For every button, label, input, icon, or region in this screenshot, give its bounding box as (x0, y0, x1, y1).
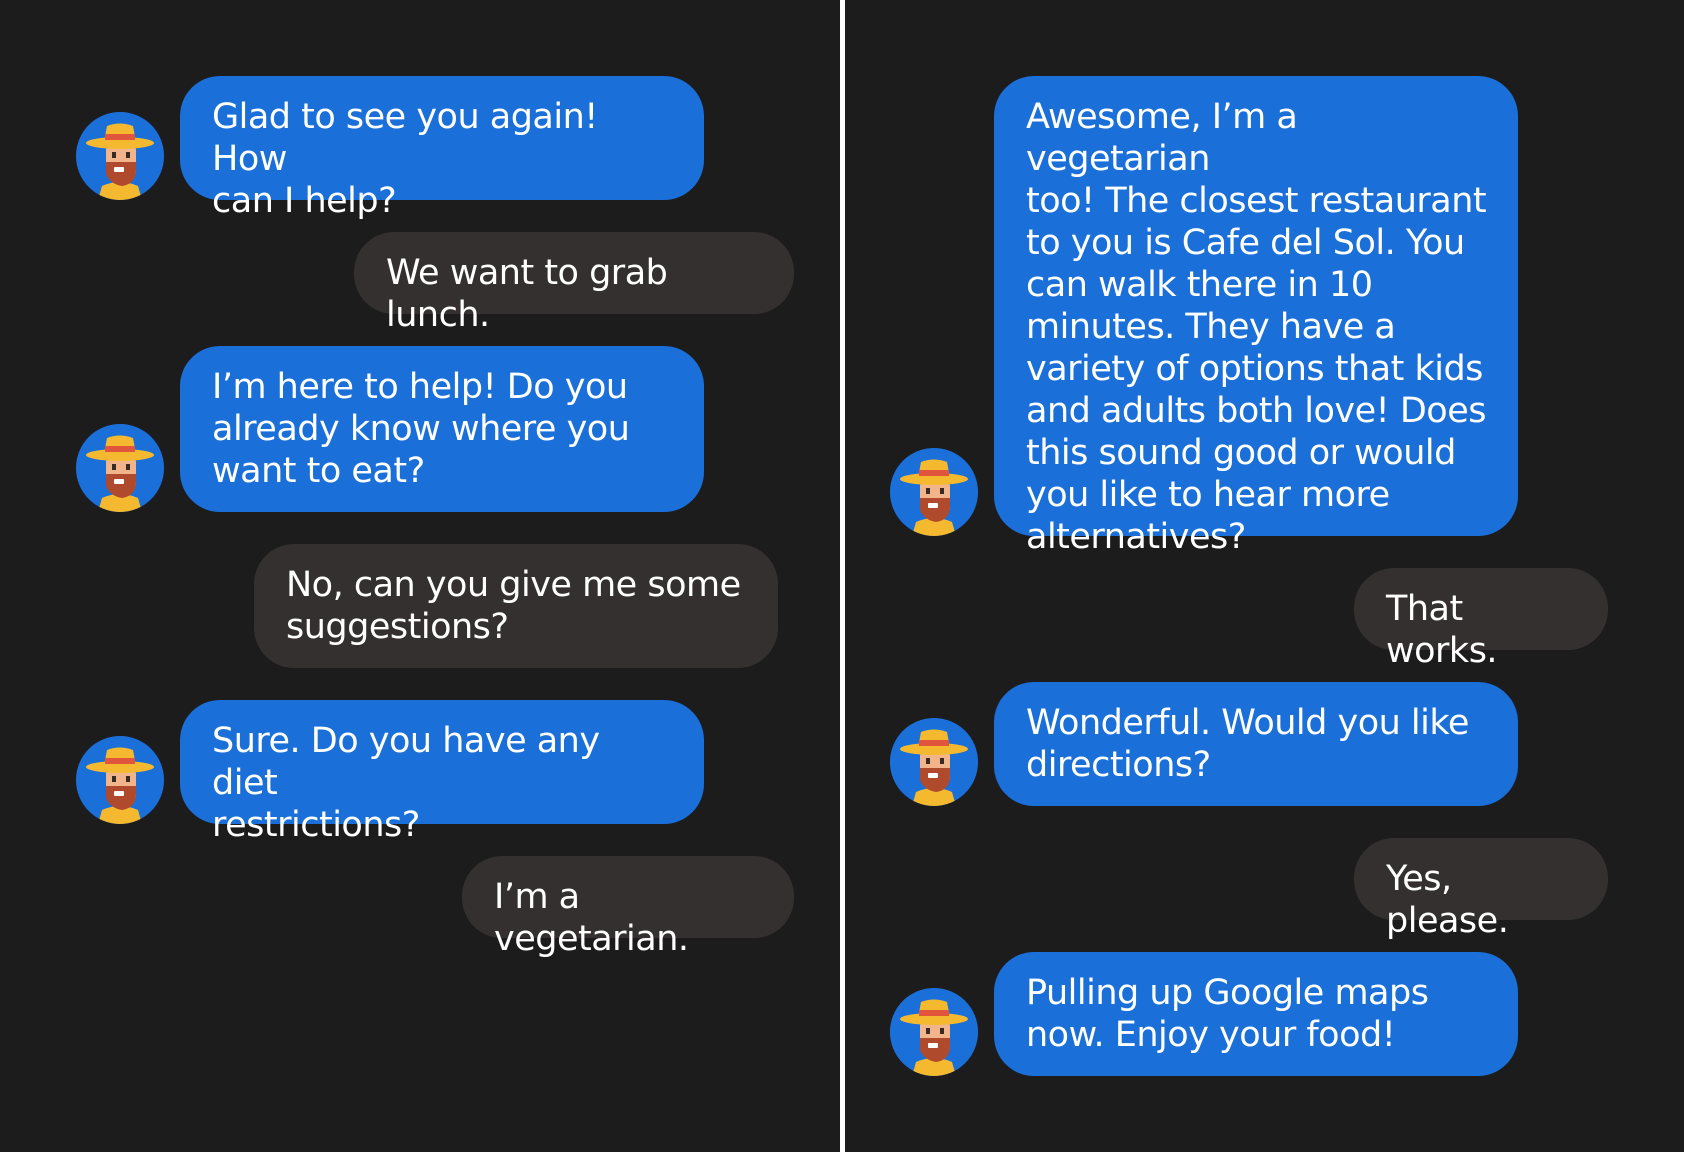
assistant-avatar-icon (890, 718, 978, 806)
user-message-bubble: That works. (1354, 568, 1608, 671)
assistant-avatar-icon (76, 424, 164, 512)
assistant-avatar-icon (76, 112, 164, 200)
assistant-message-bubble: Wonderful. Would you like directions? (994, 682, 1518, 806)
assistant-avatar-icon (890, 988, 978, 1076)
assistant-message-bubble: Awesome, I’m a vegetarian too! The close… (994, 76, 1518, 557)
chat-panel-left: Glad to see you again! How can I help? W… (0, 0, 840, 1152)
user-message-bubble: I’m a vegetarian. (462, 856, 794, 959)
assistant-message-bubble: Glad to see you again! How can I help? (180, 76, 704, 221)
chat-panel-right: Awesome, I’m a vegetarian too! The close… (845, 0, 1684, 1152)
user-message-bubble: Yes, please. (1354, 838, 1608, 941)
user-message-bubble: We want to grab lunch. (354, 232, 794, 335)
assistant-message-bubble: Pulling up Google maps now. Enjoy your f… (994, 952, 1518, 1076)
assistant-avatar-icon (890, 448, 978, 536)
assistant-message-bubble: I’m here to help! Do you already know wh… (180, 346, 704, 512)
user-message-bubble: No, can you give me some suggestions? (254, 544, 778, 668)
assistant-message-bubble: Sure. Do you have any diet restrictions? (180, 700, 704, 845)
assistant-avatar-icon (76, 736, 164, 824)
